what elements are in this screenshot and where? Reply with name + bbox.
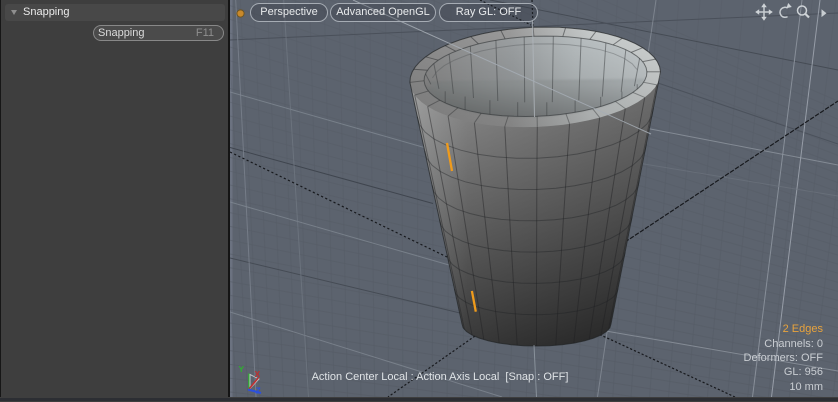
svg-text:Z: Z xyxy=(256,386,261,396)
